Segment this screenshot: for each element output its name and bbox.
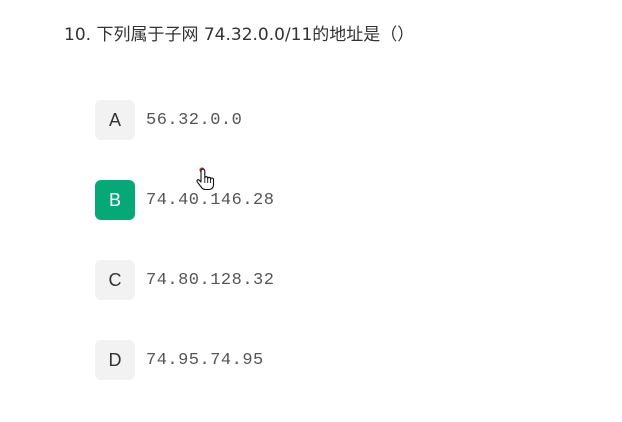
option-letter-a: A [95, 100, 135, 140]
option-letter-d: D [95, 340, 135, 380]
watermark: ​ [55, 191, 65, 204]
option-d[interactable]: D 74.95.74.95 [95, 340, 264, 380]
option-value-d: 74.95.74.95 [146, 350, 264, 370]
option-c[interactable]: C 74.80.128.32 [95, 260, 274, 300]
option-value-a: 56.32.0.0 [146, 110, 243, 130]
option-letter-c: C [95, 260, 135, 300]
option-b[interactable]: B 74.40.146.28 [95, 180, 274, 220]
question-text: 10. 下列属于子网 74.32.0.0/11的地址是（） [64, 25, 415, 45]
option-value-c: 74.80.128.32 [146, 270, 275, 290]
option-letter-b: B [95, 180, 135, 220]
option-a[interactable]: A 56.32.0.0 [95, 100, 242, 140]
option-value-b: 74.40.146.28 [146, 190, 275, 210]
